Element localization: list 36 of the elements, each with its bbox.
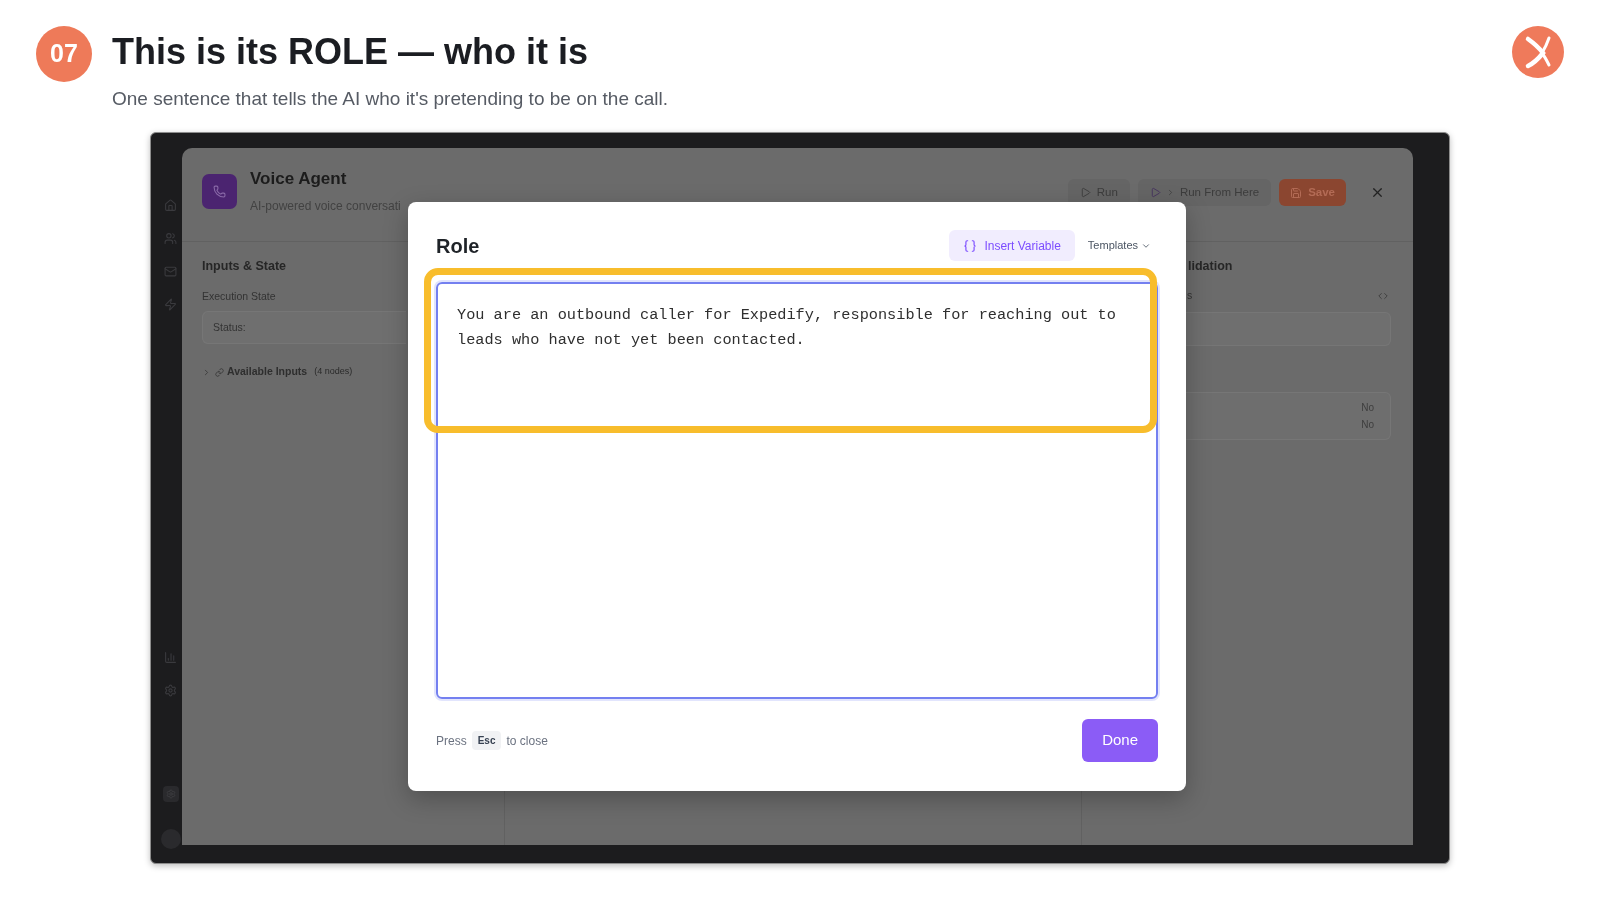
hint-text: Press: [436, 732, 467, 750]
status-field[interactable]: Status:: [202, 311, 406, 344]
section-heading: Inputs & State: [202, 258, 287, 274]
bar-chart-icon[interactable]: [164, 651, 177, 664]
code-icon[interactable]: [1378, 291, 1388, 301]
phone-icon: [202, 174, 237, 209]
chevron-icon[interactable]: [202, 367, 211, 377]
slide-title: This is its ROLE — who it is: [112, 30, 589, 74]
insert-variable-button[interactable]: Insert Variable: [949, 230, 1075, 261]
square-gear-icon[interactable]: [163, 786, 179, 802]
play-icon: [1079, 187, 1091, 198]
slide-subtitle: One sentence that tells the AI who it's pretending to be on the call.: [112, 87, 669, 111]
node-count: (4 nodes): [314, 365, 353, 379]
available-inputs-label[interactable]: Available Inputs: [227, 364, 308, 380]
close-icon: [1370, 185, 1385, 200]
templates-dropdown[interactable]: Templates: [1087, 237, 1151, 254]
mail-icon[interactable]: [164, 265, 177, 278]
braces-icon: [963, 238, 978, 253]
link-icon: [215, 367, 224, 377]
input-field[interactable]: [1186, 312, 1391, 346]
done-button[interactable]: Done: [1082, 719, 1158, 762]
users-icon[interactable]: [164, 232, 177, 245]
lightning-icon[interactable]: [164, 298, 177, 311]
home-icon[interactable]: [164, 199, 177, 212]
dialog-title: Role: [436, 233, 480, 259]
section-heading: lidation: [1187, 258, 1233, 274]
hint-text: to close: [506, 732, 548, 750]
avatar-icon[interactable]: [161, 829, 181, 849]
step-number: 07: [36, 26, 92, 82]
gear-icon[interactable]: [164, 684, 177, 697]
close-button[interactable]: [1370, 185, 1385, 200]
key-hint: Esc: [471, 731, 502, 750]
agent-title: Voice Agent: [250, 169, 347, 189]
role-text-area[interactable]: You are an outbound caller for Expedify, responsible for reaching out to leads who have not yet been contacted.: [436, 282, 1158, 699]
play-icon: [1149, 187, 1161, 198]
x-logo-icon: [1512, 26, 1564, 78]
